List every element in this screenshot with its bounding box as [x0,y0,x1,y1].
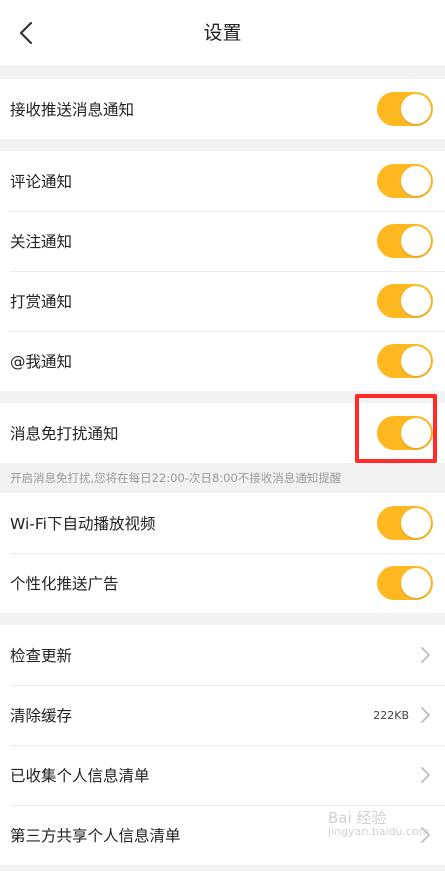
spacer [0,67,445,79]
chevron-right-icon [421,827,430,843]
dnd-settings-group: 消息免打扰通知 [0,403,445,463]
setting-label: 打赏通知 [10,293,73,311]
reward-toggle[interactable] [377,284,433,318]
setting-label: 已收集个人信息清单 [10,767,150,785]
setting-row-reward: 打赏通知 [0,271,445,331]
toggle-knob [401,226,431,256]
setting-row-comment: 评论通知 [0,151,445,211]
row-right: 222KB [373,706,435,724]
follow-toggle[interactable] [377,224,433,258]
spacer [0,139,445,151]
setting-label: 接收推送消息通知 [10,101,135,119]
toggle-knob [401,508,431,538]
autoplay-toggle[interactable] [377,506,433,540]
toggle-knob [401,568,431,598]
push-settings-group: 接收推送消息通知 [0,79,445,139]
mention-toggle[interactable] [377,344,433,378]
comment-toggle[interactable] [377,164,433,198]
header-bar: 设置 [0,0,445,67]
setting-label: 关注通知 [10,233,73,251]
toggle-knob [401,166,431,196]
cache-size-value: 222KB [373,708,409,722]
setting-row-personal-info-list[interactable]: 已收集个人信息清单 [0,745,445,805]
row-right [419,646,435,664]
media-settings-group: Wi-Fi下自动播放视频 个性化推送广告 [0,493,445,613]
chevron-right-icon [421,647,430,663]
setting-label: @我通知 [10,353,73,371]
row-right [419,766,435,784]
dnd-hint-text: 开启消息免打扰,您将在每日22:00-次日8:00不接收消息通知提醒 [0,463,445,493]
misc-settings-group: 检查更新 清除缓存 222KB 已收集个人信息清单 第三方共享个人信息清单 [0,625,445,865]
setting-row-follow: 关注通知 [0,211,445,271]
toggle-knob [401,346,431,376]
toggle-knob [401,418,431,448]
setting-label: 评论通知 [10,173,73,191]
setting-label: Wi-Fi下自动播放视频 [10,515,156,533]
chevron-right-icon [421,767,430,783]
setting-row-check-update[interactable]: 检查更新 [0,625,445,685]
notification-settings-group: 评论通知 关注通知 打赏通知 @我通知 [0,151,445,391]
setting-label: 个性化推送广告 [10,575,119,593]
setting-row-third-party-info-list[interactable]: 第三方共享个人信息清单 [0,805,445,865]
setting-row-autoplay: Wi-Fi下自动播放视频 [0,493,445,553]
push-toggle[interactable] [377,92,433,126]
setting-row-dnd: 消息免打扰通知 [0,403,445,463]
page-title: 设置 [203,22,242,44]
setting-label: 第三方共享个人信息清单 [10,827,181,845]
setting-row-push: 接收推送消息通知 [0,79,445,139]
setting-label: 检查更新 [10,647,73,665]
row-right [419,826,435,844]
toggle-knob [401,94,431,124]
setting-label: 消息免打扰通知 [10,425,119,443]
toggle-knob [401,286,431,316]
spacer [0,391,445,403]
setting-row-ads: 个性化推送广告 [0,553,445,613]
setting-row-clear-cache[interactable]: 清除缓存 222KB [0,685,445,745]
ads-toggle[interactable] [377,566,433,600]
spacer [0,613,445,625]
setting-label: 清除缓存 [10,707,73,725]
setting-row-mention: @我通知 [0,331,445,391]
dnd-toggle[interactable] [377,416,433,450]
chevron-right-icon [421,707,430,723]
